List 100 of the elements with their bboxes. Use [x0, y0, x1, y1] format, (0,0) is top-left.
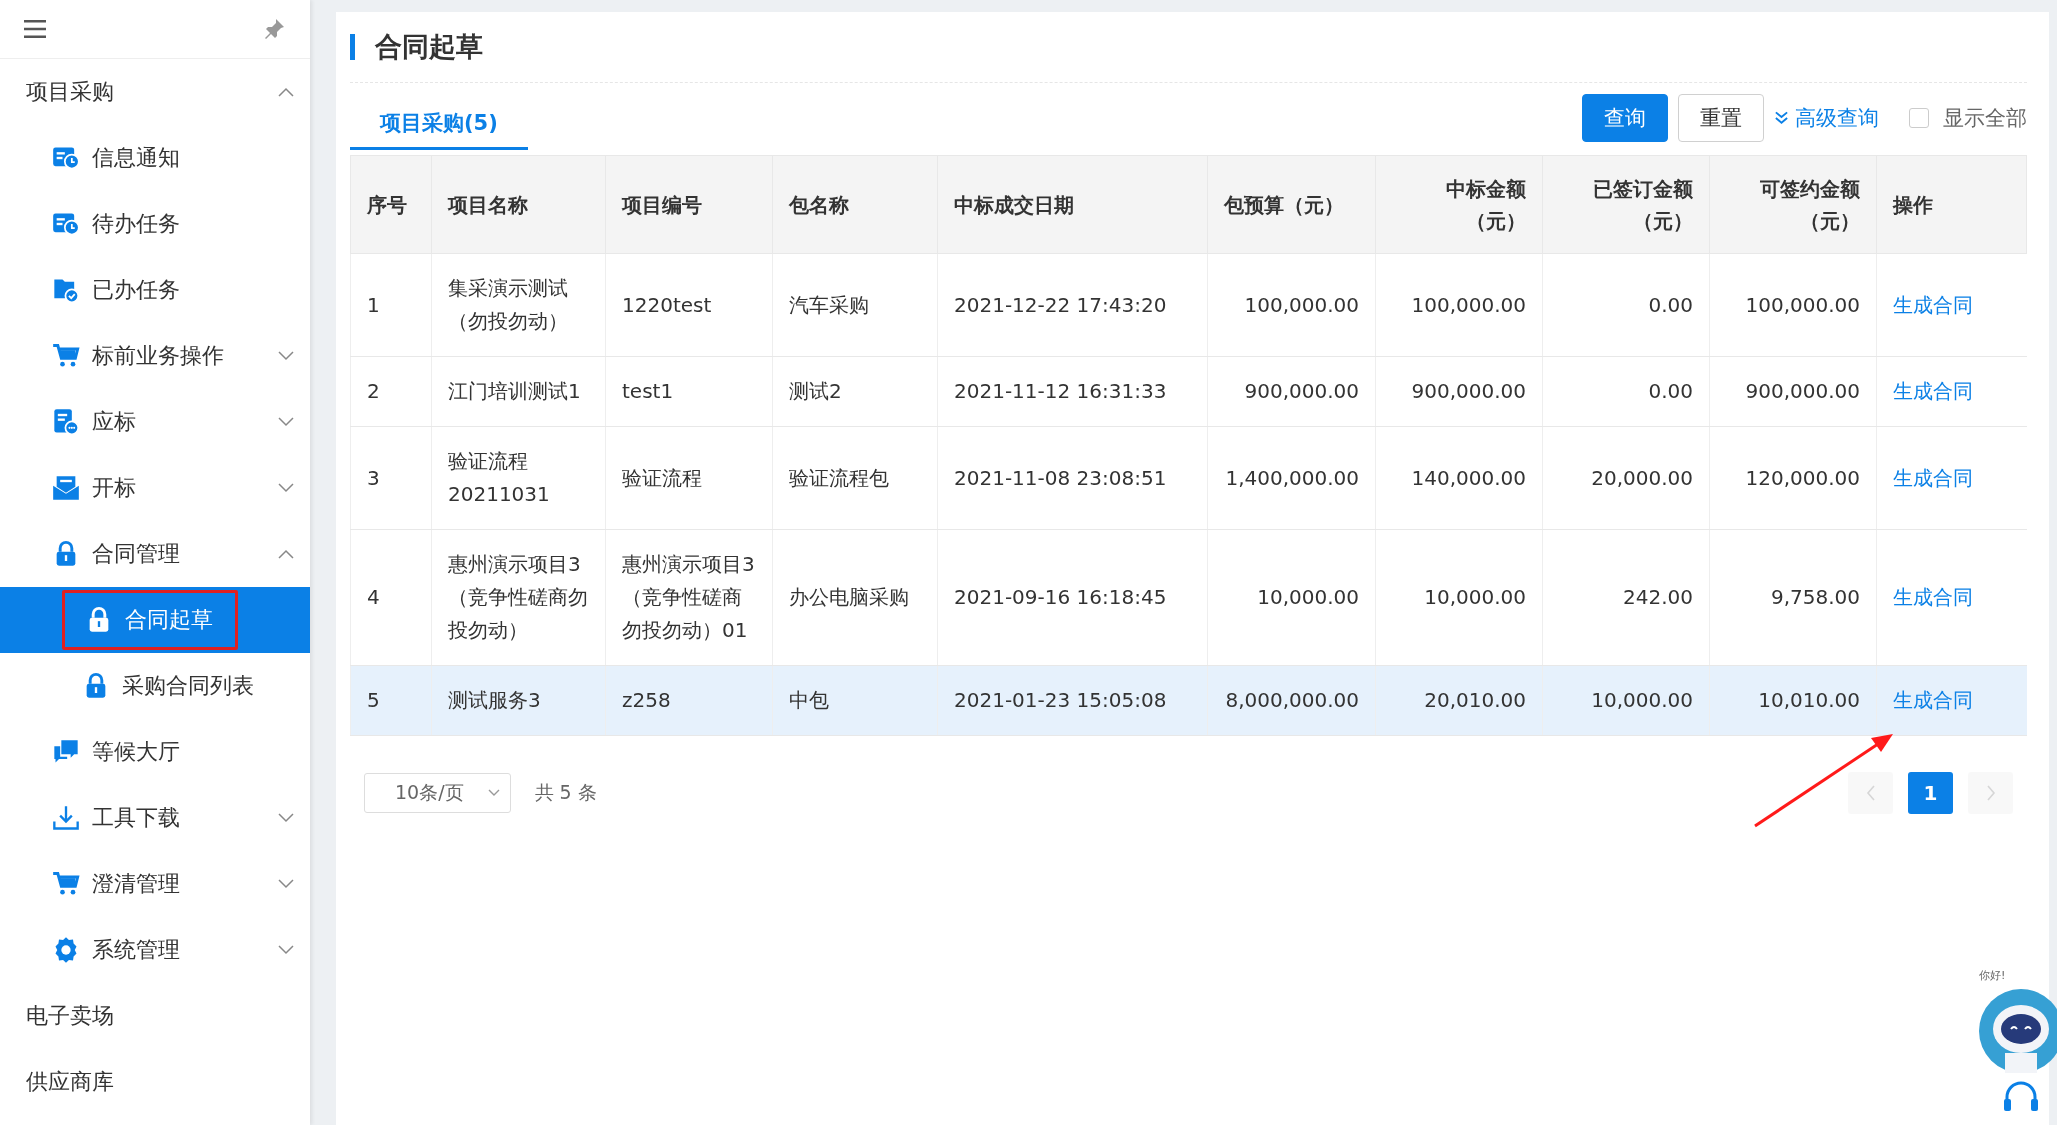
sidebar-item[interactable]: 澄清管理	[0, 851, 310, 917]
column-header: 项目编号	[605, 155, 773, 254]
robot-icon[interactable]	[1979, 989, 2057, 1073]
table-cell: 2021-01-23 15:05:08	[937, 665, 1208, 736]
table-cell: 900,000.00	[1375, 356, 1543, 427]
title-accent-bar	[350, 34, 355, 60]
column-header: 已签订金额（元）	[1542, 155, 1710, 254]
column-header: 操作	[1876, 155, 2027, 254]
column-header: 序号	[350, 155, 432, 254]
sidebar-item[interactable]: 电子卖场	[0, 983, 310, 1049]
table-cell: 惠州演示项目3（竞争性磋商勿投勿动）	[431, 529, 606, 666]
generate-contract-link[interactable]: 生成合同	[1893, 292, 1973, 317]
column-header: 项目名称	[431, 155, 606, 254]
table-cell: 汽车采购	[772, 253, 938, 357]
column-header: 包预算（元）	[1207, 155, 1376, 254]
page-button[interactable]: 1	[1908, 772, 1953, 814]
table-cell: test1	[605, 356, 773, 427]
tab[interactable]: 项目采购(5)	[350, 98, 528, 150]
sidebar-item[interactable]: 开标	[0, 455, 310, 521]
table-cell: 4	[350, 529, 432, 666]
table-cell: 测试服务3	[431, 665, 606, 736]
sidebar-item[interactable]: 采购合同列表	[0, 653, 310, 719]
table-cell: 3	[350, 426, 432, 530]
table-cell: 900,000.00	[1709, 356, 1877, 427]
column-header: 中标金额（元）	[1375, 155, 1543, 254]
table-cell: 1220test	[605, 253, 773, 357]
table-cell: 1	[350, 253, 432, 357]
sidebar-item[interactable]: 合同起草	[0, 587, 310, 653]
table-cell: 900,000.00	[1207, 356, 1376, 427]
sidebar-item[interactable]: 应标	[0, 389, 310, 455]
generate-contract-link[interactable]: 生成合同	[1893, 379, 1973, 403]
sidebar-item[interactable]: 合同管理	[0, 521, 310, 587]
table-cell: 办公电脑采购	[772, 529, 938, 666]
sidebar-item[interactable]: 供应商库	[0, 1049, 310, 1115]
gear-icon	[52, 936, 80, 964]
checkbox[interactable]	[1909, 108, 1929, 128]
table-cell: 中包	[772, 665, 938, 736]
total-count: 共 5 条	[534, 780, 597, 805]
table-cell: 10,010.00	[1709, 665, 1877, 736]
sidebar-item[interactable]: 等候大厅	[0, 719, 310, 785]
sidebar-item[interactable]: 系统管理	[0, 917, 310, 983]
table-cell: 2	[350, 356, 432, 427]
table-cell: 8,000,000.00	[1207, 665, 1376, 736]
chevron-left-icon	[1865, 785, 1876, 801]
generate-contract-link[interactable]: 生成合同	[1893, 585, 1973, 609]
download-icon	[52, 804, 80, 832]
document-dots-icon	[52, 408, 80, 436]
table-cell: 测试2	[772, 356, 938, 427]
table-cell: 江门培训测试1	[431, 356, 606, 427]
table-cell: z258	[605, 665, 773, 736]
column-header: 可签约金额（元）	[1709, 155, 1877, 254]
column-header: 中标成交日期	[937, 155, 1208, 254]
page-size-select[interactable]: 10条/页	[364, 773, 511, 813]
cart-icon	[52, 342, 80, 370]
table-cell: 10,000.00	[1207, 529, 1376, 666]
checkbox-label: 显示全部	[1943, 105, 2027, 132]
menu-icon[interactable]	[24, 20, 46, 38]
advanced-query-link[interactable]: 高级查询	[1774, 104, 1879, 132]
table-cell: 100,000.00	[1375, 253, 1543, 357]
sidebar-item[interactable]: 标前业务操作	[0, 323, 310, 389]
table-cell: 100,000.00	[1709, 253, 1877, 357]
table-cell: 242.00	[1542, 529, 1710, 666]
query-button[interactable]: 查询	[1582, 94, 1668, 142]
table-cell: 验证流程20211031	[431, 426, 606, 530]
table-cell: 2021-09-16 16:18:45	[937, 529, 1208, 666]
table-cell: 9,758.00	[1709, 529, 1877, 666]
table-cell: 惠州演示项目3（竞争性磋商勿投勿动）01	[605, 529, 773, 666]
sidebar-item[interactable]: 项目采购	[0, 59, 310, 125]
table-cell: 2021-11-08 23:08:51	[937, 426, 1208, 530]
table-cell: 0.00	[1542, 253, 1710, 357]
table-cell: 验证流程包	[772, 426, 938, 530]
sidebar-item[interactable]: 已办任务	[0, 257, 310, 323]
sidebar-item[interactable]: 工具下载	[0, 785, 310, 851]
table-cell: 2021-12-22 17:43:20	[937, 253, 1208, 357]
chevron-down-icon	[487, 789, 500, 797]
column-header: 包名称	[772, 155, 938, 254]
reset-button[interactable]: 重置	[1678, 94, 1764, 142]
envelope-icon	[52, 474, 80, 502]
table-cell: 1,400,000.00	[1207, 426, 1376, 530]
cart-icon	[52, 870, 80, 898]
generate-contract-link[interactable]: 生成合同	[1893, 465, 1973, 490]
table-cell: 20,010.00	[1375, 665, 1543, 736]
table-cell: 验证流程	[605, 426, 773, 530]
table-cell: 140,000.00	[1375, 426, 1543, 530]
page-title: 合同起草	[375, 30, 483, 64]
greeting-text: 你好!	[1979, 968, 2006, 983]
table-cell: 120,000.00	[1709, 426, 1877, 530]
table-cell: 0.00	[1542, 356, 1710, 427]
sidebar-item[interactable]: 信息通知	[0, 125, 310, 191]
table-cell: 2021-11-12 16:31:33	[937, 356, 1208, 427]
double-chevron-down-icon	[1774, 111, 1789, 125]
table-cell: 100,000.00	[1207, 253, 1376, 357]
chevron-right-icon	[1985, 785, 1996, 801]
table-cell: 10,000.00	[1542, 665, 1710, 736]
generate-contract-link[interactable]: 生成合同	[1893, 688, 1973, 712]
table-cell: 20,000.00	[1542, 426, 1710, 530]
table-cell: 集采演示测试（勿投勿动）	[431, 253, 606, 357]
table-cell: 10,000.00	[1375, 529, 1543, 666]
sidebar-item[interactable]: 待办任务	[0, 191, 310, 257]
table-cell: 5	[350, 665, 432, 736]
